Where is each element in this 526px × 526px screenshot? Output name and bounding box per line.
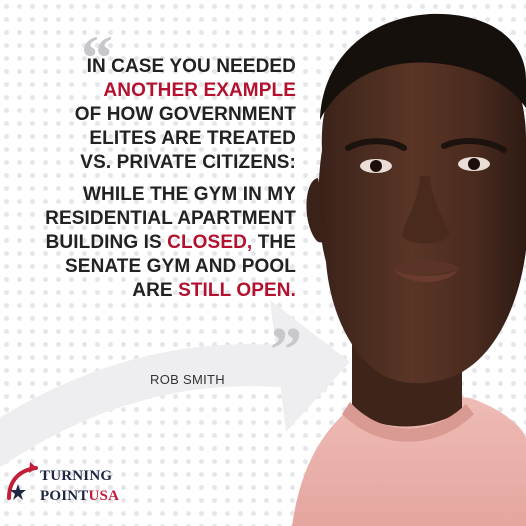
quote-line: residential apartment [28,207,296,231]
quote-segment: senate gym and pool [65,256,296,277]
quote-emphasis: still open. [178,280,296,301]
quote-line: vs. private citizens: [28,151,296,175]
quote-line: of how government [28,103,296,127]
quote-line: while the gym in my [28,183,296,207]
logo-line-turning: TURNING [40,468,113,484]
quote-line: another example [28,79,296,103]
quote-segment: of how government [74,104,296,125]
quote-segment: the [252,232,296,253]
quote-card: “ In case you needed another example of ho… [0,0,526,526]
quote-segment: In case you needed [86,56,296,77]
quote-paragraph-gap [28,175,296,183]
quote-segment: building is [45,232,168,253]
quote-segment: are [132,280,179,301]
quote-segment: residential apartment [45,208,296,229]
quote-line: In case you needed [28,55,296,79]
quote-segment: elites are treated [89,128,296,149]
quote-emphasis: closed, [167,232,253,253]
logo-usa-text: USA [88,488,120,504]
logo-line-point-usa: POINTUSA [40,486,119,506]
quote-emphasis: another example [103,80,296,101]
quote-segment: vs. private citizens: [80,152,296,173]
quote-text: In case you needed another example of how … [28,55,296,303]
turning-point-usa-logo: TURNING POINTUSA [6,456,136,516]
quote-segment: while the gym in my [82,184,296,205]
logo-wordmark: TURNING POINTUSA [40,466,119,506]
quote-author: ROB SMITH [150,372,225,387]
quote-line: are still open. [28,279,296,303]
quote-line: senate gym and pool [28,255,296,279]
quote-line: elites are treated [28,127,296,151]
star-swoosh-icon [7,462,38,500]
quote-line: building is closed, the [28,231,296,255]
logo-point-text: POINT [40,488,89,504]
